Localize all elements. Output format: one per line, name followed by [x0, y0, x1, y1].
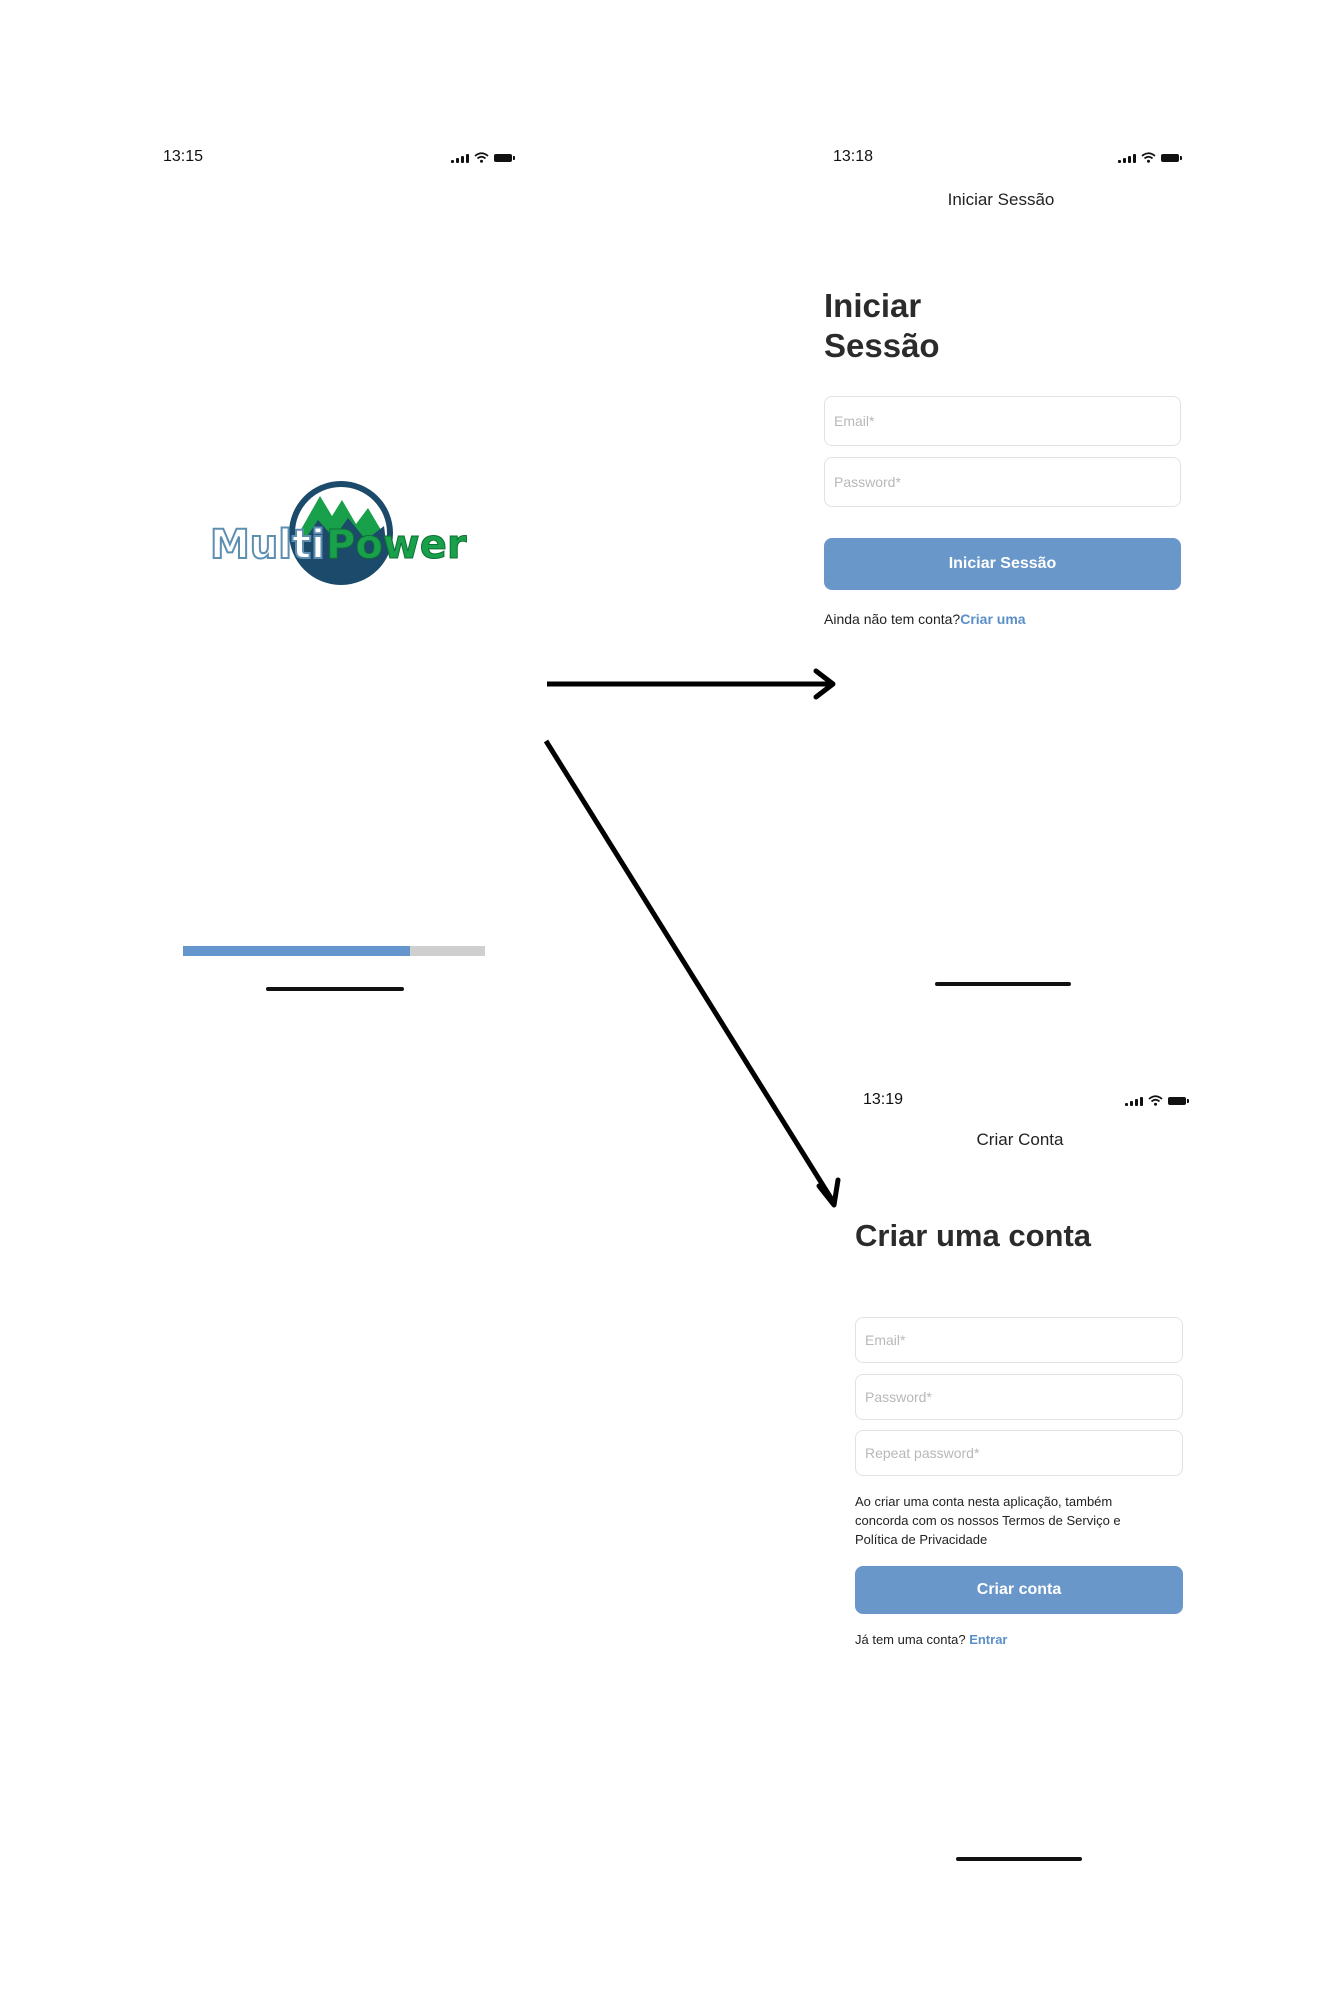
signal-icon [1125, 1096, 1143, 1106]
page-title: Iniciar Sessão [824, 286, 940, 366]
multipower-logo: Multi Power [209, 481, 467, 585]
signup-prompt: Ainda não tem conta?Criar uma [824, 611, 1026, 627]
password-field[interactable]: Password* [855, 1374, 1183, 1420]
arrow-to-login [547, 668, 836, 700]
create-account-button[interactable]: Criar conta [855, 1566, 1183, 1614]
email-field[interactable]: Email* [855, 1317, 1183, 1363]
repeat-password-placeholder: Repeat password* [865, 1445, 980, 1461]
password-placeholder: Password* [865, 1389, 932, 1405]
loading-progress-bar [183, 946, 485, 956]
password-field[interactable]: Password* [824, 457, 1181, 507]
battery-icon [494, 153, 515, 162]
nav-title: Iniciar Sessão [947, 190, 1055, 209]
home-indicator [956, 1857, 1082, 1861]
page-title: Criar uma conta [855, 1218, 1092, 1253]
login-link[interactable]: Entrar [969, 1632, 1007, 1647]
wifi-icon [474, 152, 489, 163]
email-field[interactable]: Email* [824, 396, 1181, 446]
signal-icon [451, 153, 469, 163]
arrow-to-register [543, 739, 841, 1208]
svg-text:Multi: Multi [210, 522, 325, 568]
email-placeholder: Email* [865, 1332, 906, 1348]
status-icons [1118, 152, 1182, 163]
battery-icon [1168, 1096, 1189, 1105]
status-icons [451, 152, 515, 163]
flow-arrows [543, 668, 841, 1208]
repeat-password-field[interactable]: Repeat password* [855, 1430, 1183, 1476]
page-title-line-2: Sessão [824, 327, 940, 364]
nav-title: Criar Conta [976, 1130, 1064, 1149]
login-button[interactable]: Iniciar Sessão [824, 538, 1181, 590]
status-time: 13:19 [863, 1091, 904, 1108]
password-placeholder: Password* [834, 474, 901, 490]
login-prompt: Já tem uma conta? Entrar [855, 1632, 1007, 1647]
svg-text:Power: Power [326, 522, 467, 568]
create-account-link[interactable]: Criar uma [960, 611, 1025, 627]
wifi-icon [1148, 1095, 1163, 1106]
home-indicator [266, 987, 404, 991]
email-placeholder: Email* [834, 413, 875, 429]
status-time: 13:15 [163, 148, 204, 165]
no-account-text: Ainda não tem conta? [824, 611, 961, 627]
status-time: 13:18 [833, 148, 874, 165]
page-title-line-1: Iniciar [824, 287, 922, 324]
signal-icon [1118, 153, 1136, 163]
home-indicator [935, 982, 1071, 986]
terms-text: Ao criar uma conta nesta aplicação, tamb… [855, 1494, 1121, 1547]
battery-icon [1161, 153, 1182, 162]
loading-progress-fill [183, 946, 410, 956]
has-account-text: Já tem uma conta? [855, 1632, 966, 1647]
wifi-icon [1141, 152, 1156, 163]
status-icons [1125, 1095, 1189, 1106]
